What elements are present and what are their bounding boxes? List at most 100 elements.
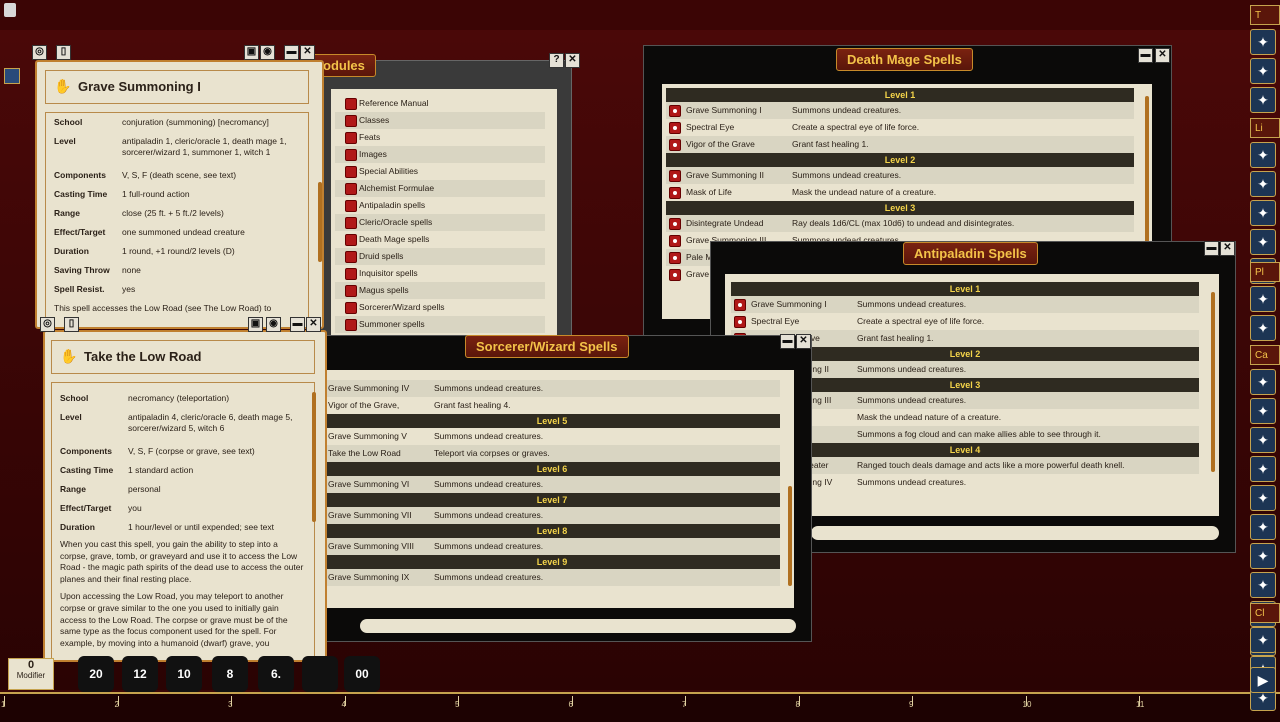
spell-row[interactable]: Grave Summoning V Summons undead creature… xyxy=(324,428,780,445)
sidebar-tool-icon[interactable]: ✦ xyxy=(1250,87,1276,113)
die-d4[interactable] xyxy=(302,656,338,692)
share-icon[interactable]: ◉ xyxy=(266,317,281,332)
spell-row[interactable]: Disintegrate Undead Ray deals 1d6/CL (max… xyxy=(666,215,1134,232)
spell-name: Vigor of the Grave xyxy=(686,139,755,149)
scrollbar[interactable] xyxy=(1211,292,1215,472)
sidebar-tool-icon[interactable]: ✦ xyxy=(1250,456,1276,482)
minimize-button[interactable]: ▬ xyxy=(1138,48,1153,63)
die-d20[interactable]: 20 xyxy=(78,656,114,692)
scrollbar[interactable] xyxy=(788,486,792,586)
sidebar-tool-icon[interactable]: ✦ xyxy=(1250,369,1276,395)
play-icon[interactable]: ▶ xyxy=(1250,667,1276,693)
scrollbar[interactable] xyxy=(312,392,316,522)
library-item[interactable]: Special Abilities xyxy=(335,163,545,180)
minimize-button[interactable]: ▬ xyxy=(284,45,299,60)
die-d8[interactable]: 8 xyxy=(212,656,248,692)
sidebar-header[interactable]: Pl xyxy=(1250,262,1280,282)
sidebar-tool-icon[interactable]: ✦ xyxy=(1250,427,1276,453)
sidebar-tool-icon[interactable]: ✦ xyxy=(1250,572,1276,598)
left-toolbar-icon[interactable] xyxy=(4,68,20,84)
field-label: School xyxy=(54,117,83,127)
sidebar-tool-icon[interactable]: ✦ xyxy=(1250,485,1276,511)
modifier-box[interactable]: 0 Modifier xyxy=(8,658,54,690)
library-item[interactable]: Death Mage spells xyxy=(335,231,545,248)
sidebar-tool-icon[interactable]: ✦ xyxy=(1250,543,1276,569)
sidebar-tool-icon[interactable]: ✦ xyxy=(1250,171,1276,197)
spell-row[interactable]: Vigor of the Grave, Grant fast healing 4. xyxy=(324,397,780,414)
library-item[interactable]: Magus spells xyxy=(335,282,545,299)
library-item[interactable]: Sorcerer/Wizard spells xyxy=(335,299,545,316)
field-value: yes xyxy=(122,284,136,294)
library-item[interactable]: Reference Manual xyxy=(335,95,545,112)
close-button[interactable]: ✕ xyxy=(300,45,315,60)
search-input[interactable] xyxy=(811,526,1219,540)
minimize-button[interactable]: ▬ xyxy=(1204,241,1219,256)
die-d10[interactable]: 10 xyxy=(166,656,202,692)
sidebar-tool-icon[interactable]: ✦ xyxy=(1250,29,1276,55)
sidebar-tool-icon[interactable]: ✦ xyxy=(1250,286,1276,312)
die-d6.[interactable]: 6. xyxy=(258,656,294,692)
sidebar-header[interactable]: Cl xyxy=(1250,603,1280,623)
ruler-label: 4 xyxy=(341,700,346,709)
library-item[interactable]: Summoner spells xyxy=(335,316,545,333)
spell-row[interactable]: Grave Summoning VI Summons undead creatur… xyxy=(324,476,780,493)
library-item[interactable]: Cleric/Oracle spells xyxy=(335,214,545,231)
spell-row[interactable]: Vigor of the Grave Grant fast healing 1. xyxy=(666,136,1134,153)
sidebar-tool-icon[interactable]: ✦ xyxy=(1250,627,1276,653)
share-icon[interactable]: ◉ xyxy=(260,45,275,60)
search-input[interactable] xyxy=(360,619,796,633)
spell-row[interactable]: Take the Low Road Teleport via corpses or… xyxy=(324,445,780,462)
spell-row[interactable]: Grave Summoning I Summons undead creature… xyxy=(731,296,1199,313)
sidebar-tool-icon[interactable]: ✦ xyxy=(1250,200,1276,226)
lock-icon[interactable]: ▣ xyxy=(248,317,263,332)
library-item[interactable]: Inquisitor spells xyxy=(335,265,545,282)
spell-row[interactable]: Mask of Life Mask the undead nature of a … xyxy=(666,184,1134,201)
die-d00[interactable]: 00 xyxy=(344,656,380,692)
field-label: Casting Time xyxy=(60,465,114,475)
library-item[interactable]: Classes xyxy=(335,112,545,129)
spell-row[interactable]: Grave Summoning I Summons undead creature… xyxy=(666,102,1134,119)
library-item[interactable]: Alchemist Formulae xyxy=(335,180,545,197)
link-icon[interactable]: ◎ xyxy=(32,45,47,60)
lock-icon[interactable] xyxy=(4,3,16,17)
spell-row[interactable]: Grave Summoning VIII Summons undead creat… xyxy=(324,538,780,555)
book-icon[interactable]: ▯ xyxy=(56,45,71,60)
library-item[interactable]: Druid spells xyxy=(335,248,545,265)
spell-row[interactable]: Grave Summoning VII Summons undead creatu… xyxy=(324,507,780,524)
close-button[interactable]: ✕ xyxy=(306,317,321,332)
sidebar-tool-icon[interactable]: ✦ xyxy=(1250,398,1276,424)
spell-row[interactable]: Grave Summoning II Summons undead creatur… xyxy=(666,167,1134,184)
sidebar-header[interactable]: T xyxy=(1250,5,1280,25)
close-button[interactable]: ✕ xyxy=(796,334,811,349)
spell-row[interactable]: Grave Summoning IV Summons undead creatur… xyxy=(324,380,780,397)
close-button[interactable]: ✕ xyxy=(1220,241,1235,256)
sidebar-tool-icon[interactable]: ✦ xyxy=(1250,514,1276,540)
book-icon[interactable]: ▯ xyxy=(64,317,79,332)
scrollbar[interactable] xyxy=(1145,96,1149,256)
spell-row[interactable]: Grave Summoning IX Summons undead creatur… xyxy=(324,569,780,586)
scrollbar[interactable] xyxy=(318,182,322,262)
spell-description: Summons undead creatures. xyxy=(857,477,967,487)
sidebar-tool-icon[interactable]: ✦ xyxy=(1250,58,1276,84)
link-icon[interactable]: ◎ xyxy=(40,317,55,332)
sidebar-tool-icon[interactable]: ✦ xyxy=(1250,142,1276,168)
lock-icon[interactable]: ▣ xyxy=(244,45,259,60)
spell-row[interactable]: Spectral Eye Create a spectral eye of lif… xyxy=(731,313,1199,330)
sidebar-header[interactable]: Li xyxy=(1250,118,1280,138)
die-d12[interactable]: 12 xyxy=(122,656,158,692)
library-item[interactable]: Feats xyxy=(335,129,545,146)
field-value: necromancy (teleportation) xyxy=(128,393,230,403)
sidebar-header[interactable]: Ca xyxy=(1250,345,1280,365)
sidebar-tool-icon[interactable]: ✦ xyxy=(1250,315,1276,341)
spell-row[interactable]: Spectral Eye Create a spectral eye of lif… xyxy=(666,119,1134,136)
library-item[interactable]: Images xyxy=(335,146,545,163)
close-button[interactable]: ✕ xyxy=(565,53,580,68)
library-item[interactable]: Antipaladin spells xyxy=(335,197,545,214)
close-button[interactable]: ✕ xyxy=(1155,48,1170,63)
minimize-button[interactable]: ▬ xyxy=(290,317,305,332)
minimize-button[interactable]: ▬ xyxy=(780,334,795,349)
spell-name: Grave Summoning I xyxy=(686,105,762,115)
help-button[interactable]: ? xyxy=(549,53,564,68)
library-item-label: Images xyxy=(359,149,387,159)
sidebar-tool-icon[interactable]: ✦ xyxy=(1250,229,1276,255)
